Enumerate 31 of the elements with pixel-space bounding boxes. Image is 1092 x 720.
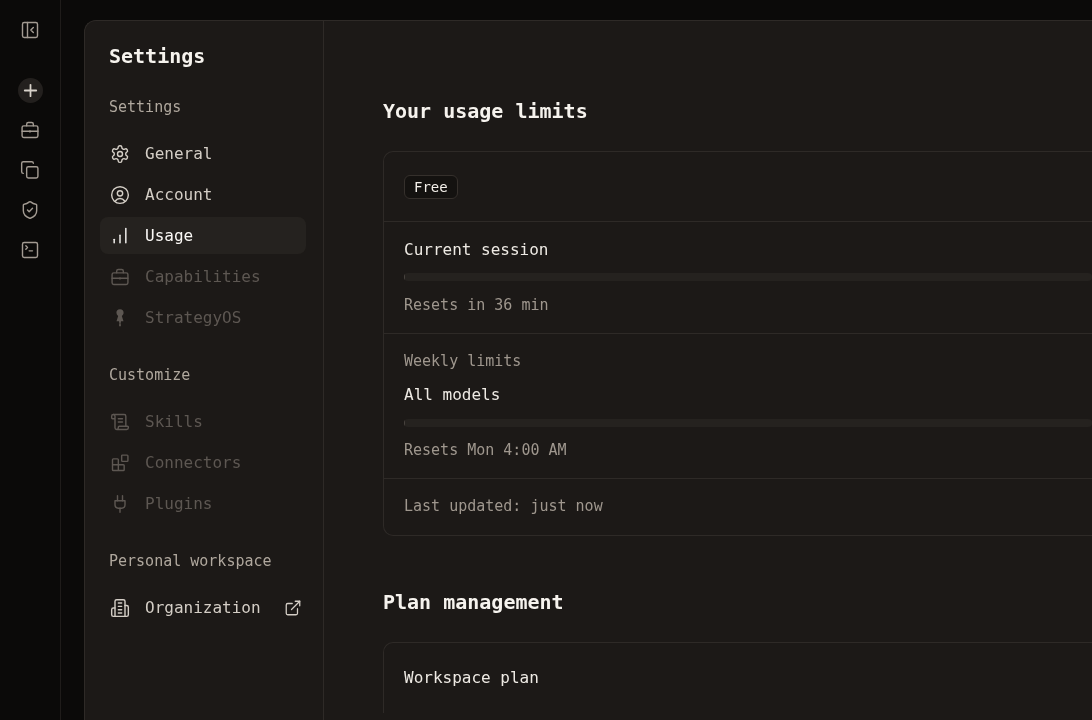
limit-label: Current session — [404, 239, 549, 261]
section-heading: Customize — [109, 365, 191, 385]
settings-title: Settings — [109, 44, 206, 68]
briefcase-icon[interactable] — [20, 120, 40, 140]
bar-chart-icon — [110, 225, 130, 246]
section-heading: Settings — [109, 97, 182, 117]
blocks-icon — [110, 452, 130, 473]
plan-label: Workspace plan — [404, 667, 539, 689]
reset-text: Resets in 36 min — [404, 295, 549, 315]
group-heading: Weekly limits — [404, 351, 522, 371]
last-updated-text: Last updated: just now — [404, 496, 603, 516]
briefcase-icon — [110, 266, 130, 287]
user-circle-icon — [110, 184, 130, 205]
plan-tag: Free — [404, 175, 458, 199]
building-icon — [110, 597, 130, 618]
scroll-icon — [110, 411, 130, 432]
section-heading: Personal workspace — [109, 551, 272, 571]
copy-icon[interactable] — [20, 160, 40, 180]
reset-text: Resets Mon 4:00 AM — [404, 440, 567, 460]
sidebar-item[interactable]: General — [100, 135, 306, 172]
section-title: Plan management — [383, 590, 564, 614]
plus-icon[interactable] — [17, 78, 43, 103]
shield-check-icon[interactable] — [20, 200, 40, 220]
sidebar-toggle-icon[interactable] — [20, 20, 40, 40]
gear-icon — [110, 143, 130, 164]
sidebar-item[interactable]: Account — [100, 176, 306, 213]
sidebar-item[interactable]: Usage — [100, 217, 306, 254]
terminal-icon[interactable] — [20, 240, 40, 260]
limit-label: All models — [404, 384, 501, 406]
sidebar-item[interactable]: Organization — [100, 589, 306, 626]
section-title: Your usage limits — [383, 99, 588, 123]
